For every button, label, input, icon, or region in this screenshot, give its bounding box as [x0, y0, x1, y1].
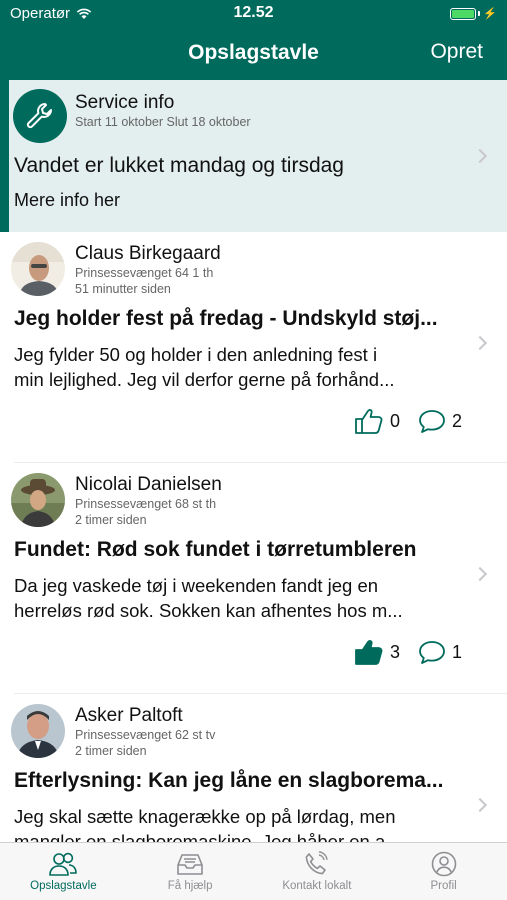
battery-icon: ⚡	[450, 7, 497, 20]
status-bar: Operatør 12.52 ⚡	[0, 0, 507, 28]
post-body-line: min lejlighed. Jeg vil derfor gerne på f…	[14, 369, 395, 390]
post-body: Jeg fylder 50 og holder i den anledning …	[14, 342, 454, 392]
like-button[interactable]: 0	[354, 407, 400, 435]
post-address: Prinsessevænget 62 st tv	[75, 728, 216, 742]
post-body: Da jeg vaskede tøj i weekenden fandt jeg…	[14, 573, 454, 623]
post-body-line: herreløs rød sok. Sokken kan afhentes ho…	[14, 600, 403, 621]
tab-label: Få hjælp	[167, 880, 213, 892]
post-author: Claus Birkegaard	[75, 243, 221, 264]
post-time: 2 timer siden	[75, 513, 147, 527]
profile-icon	[431, 851, 456, 877]
comment-count: 1	[451, 641, 462, 662]
post-actions: 0 2	[354, 407, 462, 435]
post-body-line: Da jeg vaskede tøj i weekenden fandt jeg…	[14, 575, 379, 596]
service-dates: Start 11 oktober Slut 18 oktober	[75, 115, 251, 129]
post-item[interactable]: Nicolai Danielsen Prinsessevænget 68 st …	[0, 463, 507, 694]
like-count: 0	[389, 410, 400, 431]
post-body-line: Jeg fylder 50 og holder i den anledning …	[14, 344, 378, 365]
top-bar: Operatør 12.52 ⚡ Opslagstavle Opret	[0, 0, 507, 80]
post-body-line: mangler en slagboremaskine. Jeg håber en…	[14, 831, 401, 842]
post-body: Jeg skal sætte knagerække op på lørdag, …	[14, 804, 454, 842]
tab-kontakt-lokalt[interactable]: Kontakt lokalt	[254, 843, 381, 900]
wrench-icon	[13, 89, 67, 143]
avatar	[11, 704, 65, 758]
tab-label: Opslagstavle	[30, 880, 97, 892]
post-author: Asker Paltoft	[75, 705, 183, 726]
chevron-right-icon	[472, 566, 488, 582]
tab-label: Kontakt lokalt	[282, 880, 352, 892]
like-button[interactable]: 3	[354, 638, 400, 666]
service-info-card[interactable]: Service info Start 11 oktober Slut 18 ok…	[0, 80, 507, 232]
post-body-line: Jeg skal sætte knagerække op på lørdag, …	[14, 806, 396, 827]
tab-faa-hjaelp[interactable]: Få hjælp	[127, 843, 254, 900]
tab-bar: Opslagstavle Få hjælp Kontakt lokalt Pro…	[0, 842, 507, 900]
charging-icon: ⚡	[483, 8, 497, 20]
thumbs-up-outline-icon	[355, 409, 383, 434]
post-address: Prinsessevænget 64 1 th	[75, 266, 214, 280]
comment-button[interactable]: 1	[418, 639, 462, 665]
post-item[interactable]: Claus Birkegaard Prinsessevænget 64 1 th…	[0, 232, 507, 463]
post-time: 2 timer siden	[75, 744, 147, 758]
post-title: Efterlysning: Kan jeg låne en slagborema…	[14, 769, 444, 792]
post-author: Nicolai Danielsen	[75, 474, 222, 495]
avatar	[11, 473, 65, 527]
avatar	[11, 242, 65, 296]
comment-icon	[419, 641, 445, 664]
tab-profil[interactable]: Profil	[380, 843, 507, 900]
status-time: 12.52	[233, 4, 274, 21]
post-title: Jeg holder fest på fredag - Undskyld stø…	[14, 307, 438, 330]
service-body: Mere info her	[14, 190, 121, 210]
like-count: 3	[389, 641, 400, 662]
people-icon	[49, 852, 78, 876]
phone-icon	[305, 851, 328, 875]
tab-opslagstavle[interactable]: Opslagstavle	[0, 843, 127, 900]
comment-button[interactable]: 2	[418, 408, 462, 434]
chevron-right-icon	[472, 148, 488, 164]
post-time: 51 minutter siden	[75, 282, 171, 296]
tab-label: Profil	[430, 880, 457, 892]
post-item[interactable]: Asker Paltoft Prinsessevænget 62 st tv 2…	[0, 694, 507, 842]
comment-count: 2	[451, 410, 462, 431]
post-title: Fundet: Rød sok fundet i tørretumbleren	[14, 538, 417, 561]
create-button[interactable]: Opret	[430, 40, 483, 64]
post-actions: 3 1	[354, 638, 462, 666]
bulletin-feed[interactable]: Service info Start 11 oktober Slut 18 ok…	[0, 80, 507, 842]
chevron-right-icon	[472, 335, 488, 351]
thumbs-up-filled-icon	[355, 640, 383, 665]
navigation-bar: Opslagstavle Opret	[0, 28, 507, 80]
inbox-tray-icon	[177, 854, 203, 875]
comment-icon	[419, 410, 445, 433]
service-title: Vandet er lukket mandag og tirsdag	[14, 154, 344, 177]
service-author: Service info	[75, 92, 175, 113]
chevron-right-icon	[472, 797, 488, 813]
post-address: Prinsessevænget 68 st th	[75, 497, 217, 511]
